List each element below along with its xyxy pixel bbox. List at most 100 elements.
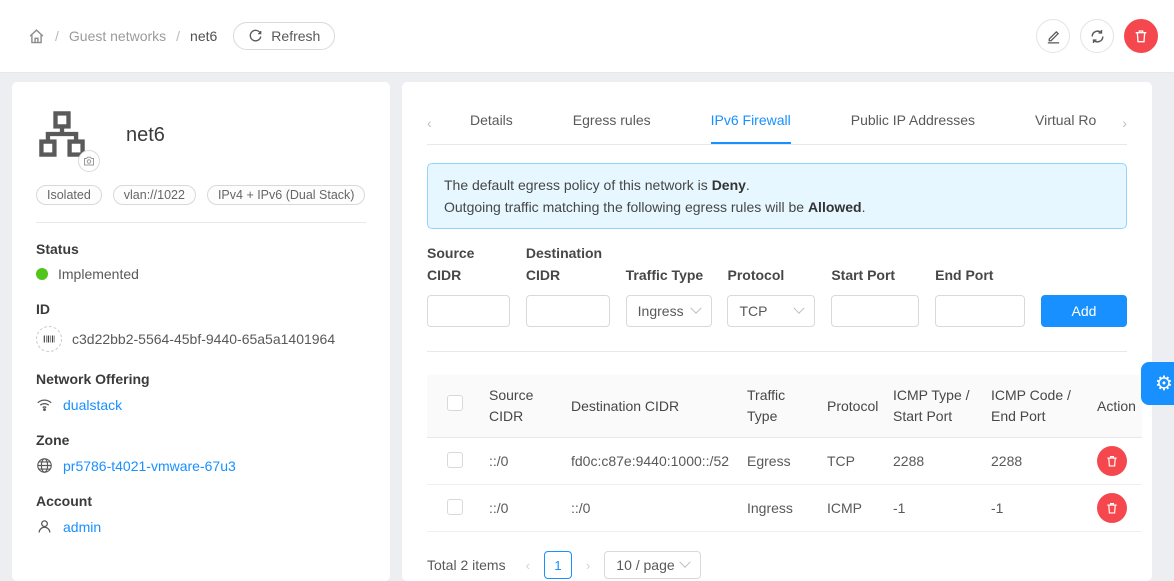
pagination-next-icon[interactable]: › xyxy=(586,558,590,573)
protocol-label: Protocol xyxy=(727,264,815,286)
breadcrumb-current-net6: net6 xyxy=(190,28,217,44)
end-port-input[interactable] xyxy=(935,295,1025,327)
cell-icmp-type-start-port: 2288 xyxy=(885,438,983,485)
tag-stack: IPv4 + IPv6 (Dual Stack) xyxy=(207,185,366,205)
refresh-button[interactable]: Refresh xyxy=(233,22,335,50)
zone-label: Zone xyxy=(36,432,366,448)
page-size-select[interactable]: 10 / page xyxy=(604,551,700,579)
tab-ipv6-firewall[interactable]: IPv6 Firewall xyxy=(711,101,791,144)
breadcrumb-separator: / xyxy=(55,28,59,44)
table-settings-button[interactable]: ⚙ xyxy=(1141,362,1174,405)
breadcrumb-guest-networks[interactable]: Guest networks xyxy=(69,28,166,44)
destination-cidr-input[interactable] xyxy=(526,295,610,327)
cell-source-cidr: ::/0 xyxy=(481,438,563,485)
pagination-prev-icon[interactable]: ‹ xyxy=(526,558,530,573)
refresh-label: Refresh xyxy=(271,28,320,44)
col-protocol: Protocol xyxy=(819,375,885,438)
tab-egress-rules[interactable]: Egress rules xyxy=(573,101,651,144)
zone-link[interactable]: pr5786-t4021-vmware-67u3 xyxy=(63,458,236,474)
divider xyxy=(427,351,1127,352)
cell-traffic-type: Ingress xyxy=(739,485,819,532)
traffic-type-select[interactable]: Ingress xyxy=(626,295,712,327)
camera-icon[interactable] xyxy=(78,150,100,172)
id-section: ID c3d22bb2-5564-45bf-9440-65a5a1401964 xyxy=(36,301,366,352)
tabs-scroll-right-icon[interactable]: › xyxy=(1111,101,1127,144)
reload-icon xyxy=(248,29,263,44)
status-label: Status xyxy=(36,241,366,257)
start-port-label: Start Port xyxy=(831,264,919,286)
col-icmp-code-end-port: ICMP Code / End Port xyxy=(983,375,1089,438)
egress-policy-alert: The default egress policy of this networ… xyxy=(427,163,1127,229)
source-cidr-input[interactable] xyxy=(427,295,510,327)
delete-button[interactable] xyxy=(1124,19,1158,53)
protocol-select[interactable]: TCP xyxy=(727,295,815,327)
network-icon xyxy=(36,108,88,160)
user-icon xyxy=(36,518,53,535)
id-value: c3d22bb2-5564-45bf-9440-65a5a1401964 xyxy=(72,331,335,347)
pagination-page-1[interactable]: 1 xyxy=(544,551,572,579)
traffic-type-value: Ingress xyxy=(638,303,684,319)
add-rule-form: Source CIDR Destination CIDR Traffic Typ… xyxy=(427,242,1127,327)
trash-icon xyxy=(1105,454,1119,468)
topbar-actions xyxy=(1036,19,1158,53)
zone-section: Zone pr5786-t4021-vmware-67u3 xyxy=(36,432,366,474)
row-checkbox[interactable] xyxy=(447,452,463,468)
restart-button[interactable] xyxy=(1080,19,1114,53)
trash-icon xyxy=(1133,28,1149,44)
traffic-type-label: Traffic Type xyxy=(626,264,712,286)
pagination-total: Total 2 items xyxy=(427,557,506,573)
tab-public-ip-addresses[interactable]: Public IP Addresses xyxy=(851,101,975,144)
status-value: Implemented xyxy=(58,266,139,282)
chevron-down-icon xyxy=(794,303,805,314)
account-link[interactable]: admin xyxy=(63,519,101,535)
chevron-down-icon xyxy=(690,303,701,314)
status-section: Status Implemented xyxy=(36,241,366,282)
tab-details[interactable]: Details xyxy=(470,101,513,144)
network-offering-section: Network Offering dualstack xyxy=(36,371,366,413)
resource-tags: Isolated vlan://1022 IPv4 + IPv6 (Dual S… xyxy=(36,185,366,205)
col-traffic-type: Traffic Type xyxy=(739,375,819,438)
delete-rule-button[interactable] xyxy=(1097,446,1127,476)
table-row: ::/0 ::/0 Ingress ICMP -1 -1 xyxy=(427,485,1142,532)
home-icon[interactable] xyxy=(28,28,45,45)
firewall-rules-table: Source CIDR Destination CIDR Traffic Typ… xyxy=(427,375,1142,532)
cell-icmp-code-end-port: 2288 xyxy=(983,438,1089,485)
col-source-cidr: Source CIDR xyxy=(481,375,563,438)
status-dot xyxy=(36,268,48,280)
alert-line-2: Outgoing traffic matching the following … xyxy=(444,196,1110,218)
account-label: Account xyxy=(36,493,366,509)
resource-info-card: net6 Isolated vlan://1022 IPv4 + IPv6 (D… xyxy=(12,82,390,581)
edit-button[interactable] xyxy=(1036,19,1070,53)
resource-title: net6 xyxy=(126,124,165,147)
account-section: Account admin xyxy=(36,493,366,535)
divider xyxy=(36,222,366,223)
select-all-checkbox[interactable] xyxy=(447,395,463,411)
table-header-row: Source CIDR Destination CIDR Traffic Typ… xyxy=(427,375,1142,438)
add-button[interactable]: Add xyxy=(1041,295,1127,327)
id-label: ID xyxy=(36,301,366,317)
detail-card: ‹ Details Egress rules IPv6 Firewall Pub… xyxy=(402,82,1152,581)
wifi-icon xyxy=(36,396,53,413)
delete-rule-button[interactable] xyxy=(1097,493,1127,523)
cell-destination-cidr: ::/0 xyxy=(563,485,739,532)
network-offering-link[interactable]: dualstack xyxy=(63,397,122,413)
cell-destination-cidr: fd0c:c87e:9440:1000::/52 xyxy=(563,438,739,485)
col-action: Action xyxy=(1089,375,1142,438)
row-checkbox[interactable] xyxy=(447,499,463,515)
table-row: ::/0 fd0c:c87e:9440:1000::/52 Egress TCP… xyxy=(427,438,1142,485)
gear-icon: ⚙ xyxy=(1155,371,1173,396)
end-port-label: End Port xyxy=(935,264,1025,286)
tab-virtual-routers[interactable]: Virtual Ro xyxy=(1035,101,1096,144)
edit-pencil-icon xyxy=(1045,28,1062,45)
chevron-down-icon xyxy=(679,557,690,568)
breadcrumb-separator: / xyxy=(176,28,180,44)
tag-vlan: vlan://1022 xyxy=(113,185,196,205)
globe-icon xyxy=(36,457,53,474)
cell-source-cidr: ::/0 xyxy=(481,485,563,532)
page-size-value: 10 / page xyxy=(616,557,674,573)
source-cidr-label: Source CIDR xyxy=(427,242,510,286)
breadcrumb: / Guest networks / net6 Refresh xyxy=(28,22,335,50)
tabs-scroll-left-icon[interactable]: ‹ xyxy=(427,101,443,144)
start-port-input[interactable] xyxy=(831,295,919,327)
col-destination-cidr: Destination CIDR xyxy=(563,375,739,438)
